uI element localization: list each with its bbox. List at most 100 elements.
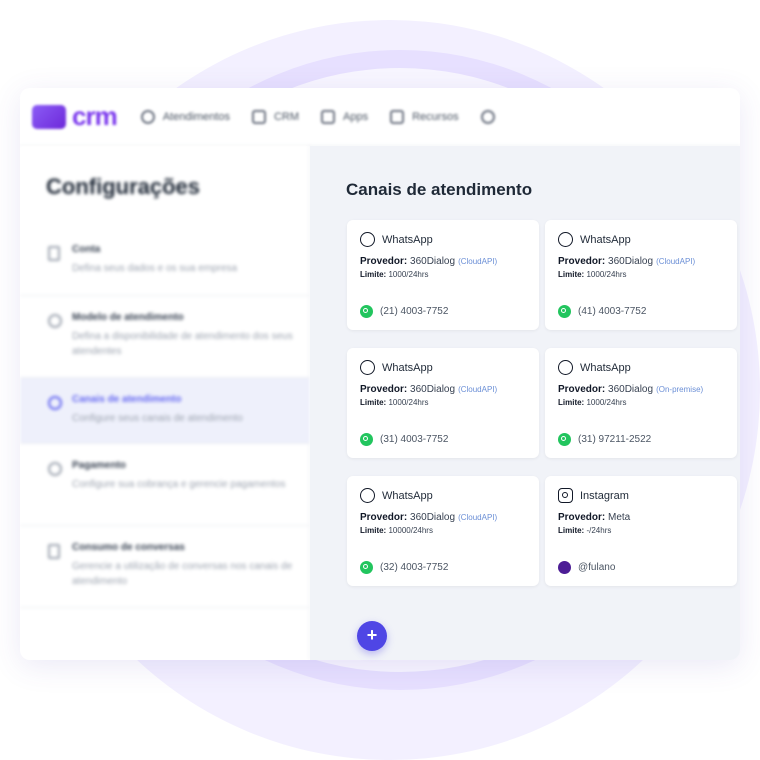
channel-contact: (31) 4003-7752	[380, 434, 449, 445]
limit-label: Limite:	[360, 398, 387, 407]
settings-menu: Conta Defina seus dados e os sua empresa…	[20, 228, 310, 608]
nav-item-crm[interactable]: CRM	[251, 109, 300, 124]
channel-name: WhatsApp	[580, 361, 631, 374]
clock-icon	[48, 314, 62, 328]
limit-label: Limite:	[558, 398, 585, 407]
nav-label: CRM	[273, 110, 300, 123]
whatsapp-badge-icon	[558, 305, 571, 318]
limit-value: 1000/24hrs	[586, 398, 627, 407]
network-icon	[251, 109, 266, 124]
provider-label: Provedor:	[360, 512, 408, 523]
channel-card[interactable]: WhatsApp Provedor: 360Dialog (CloudAPI) L…	[347, 476, 539, 586]
channel-name: WhatsApp	[382, 233, 433, 246]
apps-icon	[321, 109, 336, 124]
limit-label: Limite:	[558, 270, 585, 279]
limit-value: 1000/24hrs	[388, 398, 429, 407]
channel-name: WhatsApp	[382, 361, 433, 374]
sidebar-item-desc: Defina a disponibilidade de atendimento …	[72, 331, 293, 357]
whatsapp-icon	[558, 360, 573, 375]
channel-card[interactable]: WhatsApp Provedor: 360Dialog (On-premise)…	[545, 348, 737, 458]
channel-name: WhatsApp	[382, 489, 433, 502]
nav-item-settings[interactable]	[480, 109, 503, 124]
payment-icon	[48, 462, 62, 476]
limit-label: Limite:	[360, 526, 387, 535]
provider-name: 360Dialog	[410, 256, 456, 267]
whatsapp-badge-icon	[360, 433, 373, 446]
limit-value: 1000/24hrs	[586, 270, 627, 279]
whatsapp-icon	[360, 488, 375, 503]
channel-card[interactable]: WhatsApp Provedor: 360Dialog (CloudAPI) L…	[545, 220, 737, 330]
section-title: Canais de atendimento	[346, 180, 533, 199]
sidebar-item-desc: Configure seus canais de atendimento	[72, 413, 243, 424]
instagram-badge-icon	[558, 561, 571, 574]
channel-contact: (41) 4003-7752	[578, 306, 647, 317]
top-navigation-bar: crm Atendimentos CRM Apps Recursos	[20, 88, 740, 146]
provider-label: Provedor:	[360, 384, 408, 395]
whatsapp-icon	[558, 232, 573, 247]
page-title: Configurações	[46, 174, 201, 199]
channel-contact: @fulano	[578, 562, 616, 573]
channel-card[interactable]: Instagram Provedor: Meta Limite: -/24hrs…	[545, 476, 737, 586]
provider-name: 360Dialog	[410, 384, 456, 395]
channel-contact: (32) 4003-7752	[380, 562, 449, 573]
sidebar-item-title: Canais de atendimento	[72, 394, 182, 405]
provider-name: 360Dialog	[608, 384, 654, 395]
provider-name: Meta	[608, 512, 631, 523]
limit-value: -/24hrs	[586, 526, 612, 535]
nav-label: Recursos	[412, 110, 459, 123]
sidebar-item-modelo-atendimento[interactable]: Modelo de atendimento Defina a disponibi…	[20, 296, 310, 378]
limit-value: 1000/24hrs	[388, 270, 429, 279]
document-icon	[48, 544, 60, 559]
provider-label: Provedor:	[558, 384, 606, 395]
main-content: Canais de atendimento WhatsApp Provedor:…	[310, 146, 740, 660]
sidebar-item-desc: Gerencie a utilização de conversas nos c…	[72, 561, 293, 587]
nav-item-recursos[interactable]: Recursos	[390, 109, 459, 124]
provider-api: (CloudAPI)	[458, 513, 498, 522]
limit-value: 10000/24hrs	[388, 526, 433, 535]
nav-item-atendimentos[interactable]: Atendimentos	[140, 109, 230, 124]
sidebar-item-canais-atendimento[interactable]: Canais de atendimento Configure seus can…	[20, 378, 310, 444]
provider-label: Provedor:	[360, 256, 408, 267]
provider-api: (CloudAPI)	[458, 385, 498, 394]
whatsapp-badge-icon	[558, 433, 571, 446]
whatsapp-badge-icon	[360, 561, 373, 574]
instagram-icon	[558, 488, 573, 503]
sidebar-item-conta[interactable]: Conta Defina seus dados e os sua empresa	[20, 228, 310, 296]
limit-label: Limite:	[360, 270, 387, 279]
app-window: crm Atendimentos CRM Apps Recursos Confi…	[20, 88, 740, 660]
sidebar-item-title: Pagamento	[72, 460, 126, 471]
channel-contact: (31) 97211-2522	[578, 434, 652, 445]
sidebar-item-consumo-conversas[interactable]: Consumo de conversas Gerencie a utilizaç…	[20, 526, 310, 608]
logo-mark-icon	[32, 104, 66, 129]
provider-name: 360Dialog	[410, 512, 456, 523]
provider-name: 360Dialog	[608, 256, 654, 267]
sidebar-item-title: Conta	[72, 244, 101, 255]
whatsapp-icon	[360, 360, 375, 375]
whatsapp-icon	[360, 232, 375, 247]
sidebar-item-pagamento[interactable]: Pagamento Configure sua cobrança e geren…	[20, 444, 310, 526]
chat-icon	[140, 109, 155, 124]
add-channel-button[interactable]: +	[357, 621, 387, 651]
channel-card[interactable]: WhatsApp Provedor: 360Dialog (CloudAPI) L…	[347, 220, 539, 330]
settings-icon	[480, 109, 495, 124]
provider-api: (CloudAPI)	[656, 257, 696, 266]
nav-item-apps[interactable]: Apps	[321, 109, 369, 124]
nav-label: Atendimentos	[162, 110, 230, 123]
provider-label: Provedor:	[558, 256, 606, 267]
nav-label: Apps	[343, 110, 369, 123]
chat-icon	[48, 396, 62, 410]
channel-name: WhatsApp	[580, 233, 631, 246]
sidebar-item-desc: Configure sua cobrança e gerencie pagame…	[72, 479, 286, 490]
sidebar-item-title: Consumo de conversas	[72, 542, 185, 553]
settings-sidebar: Configurações Conta Defina seus dados e …	[20, 146, 310, 660]
resources-icon	[390, 109, 405, 124]
stage: crm Atendimentos CRM Apps Recursos Confi…	[0, 0, 760, 760]
provider-api: (On-premise)	[656, 385, 704, 394]
channel-contact: (21) 4003-7752	[380, 306, 449, 317]
limit-label: Limite:	[558, 526, 585, 535]
sidebar-item-title: Modelo de atendimento	[72, 312, 184, 323]
provider-api: (CloudAPI)	[458, 257, 498, 266]
channel-card[interactable]: WhatsApp Provedor: 360Dialog (CloudAPI) L…	[347, 348, 539, 458]
sidebar-item-desc: Defina seus dados e os sua empresa	[72, 263, 238, 274]
channel-name: Instagram	[580, 489, 629, 502]
